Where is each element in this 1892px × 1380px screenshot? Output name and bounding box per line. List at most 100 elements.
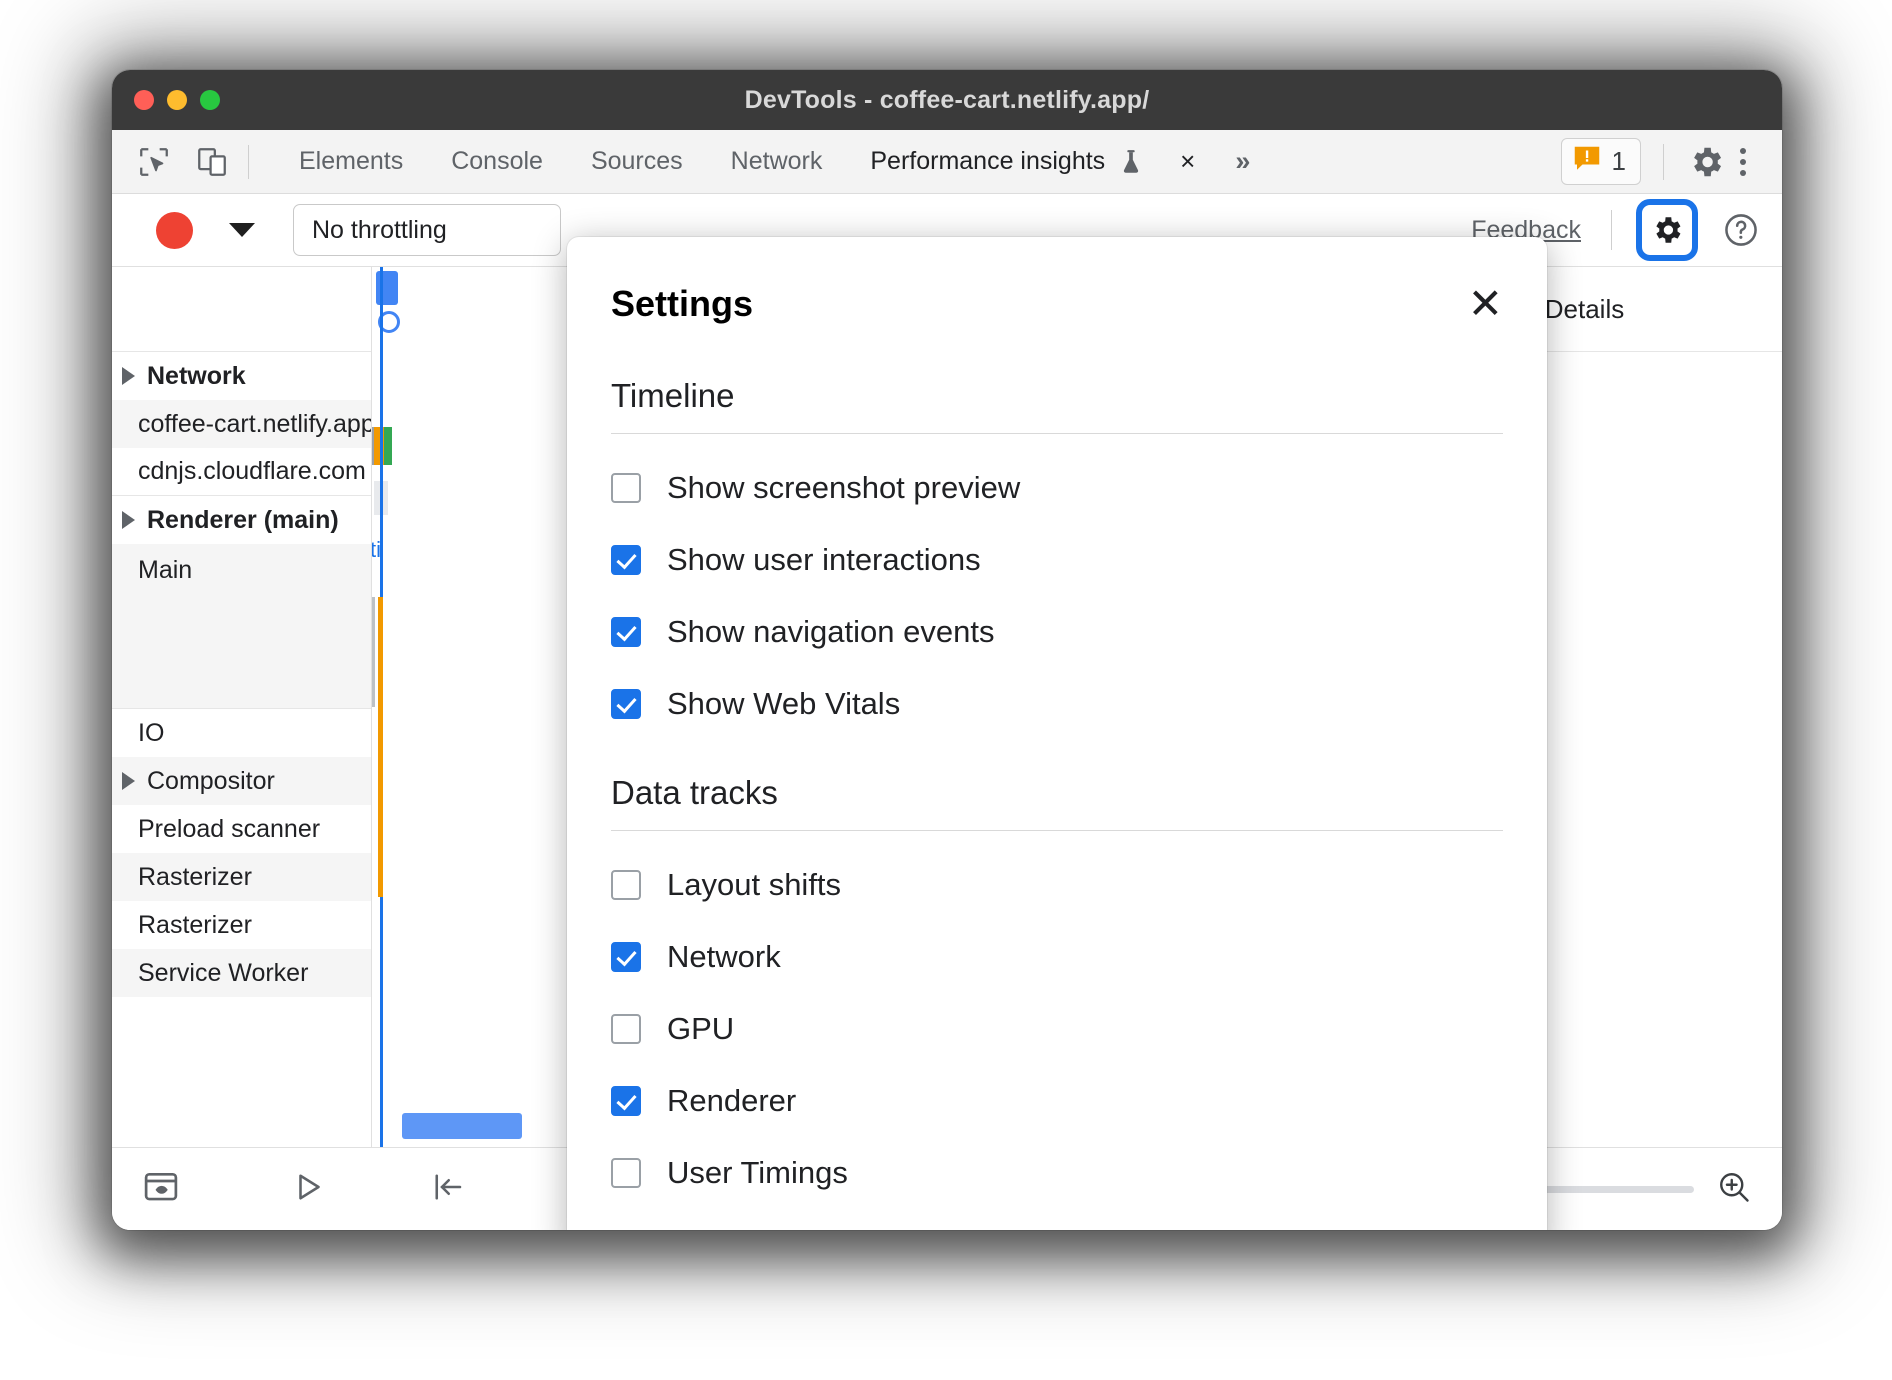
inspect-cursor-icon[interactable] bbox=[134, 142, 174, 182]
checkbox[interactable] bbox=[611, 545, 641, 575]
expand-triangle-icon bbox=[122, 772, 135, 790]
track-group-renderer-main[interactable]: Renderer (main) bbox=[112, 496, 371, 544]
track-row[interactable]: coffee-cart.netlify.app bbox=[112, 400, 371, 448]
checkbox[interactable] bbox=[611, 1014, 641, 1044]
close-window-button[interactable] bbox=[134, 90, 154, 110]
tab-network[interactable]: Network bbox=[707, 141, 847, 182]
play-icon[interactable] bbox=[290, 1169, 326, 1210]
checkbox[interactable] bbox=[611, 617, 641, 647]
tab-performance-insights[interactable]: Performance insights bbox=[846, 141, 1166, 182]
setting-show-user-interactions[interactable]: Show user interactions bbox=[611, 542, 1503, 578]
expand-triangle-icon bbox=[122, 511, 135, 529]
setting-renderer[interactable]: Renderer bbox=[611, 1083, 1503, 1119]
warning-count: 1 bbox=[1612, 146, 1626, 177]
window-titlebar: DevTools - coffee-cart.netlify.app/ bbox=[112, 70, 1782, 130]
more-tabs-button[interactable]: » bbox=[1221, 146, 1264, 177]
close-icon[interactable]: ✕ bbox=[1468, 283, 1503, 325]
chevron-down-icon[interactable] bbox=[229, 223, 255, 237]
tabbar-divider bbox=[248, 145, 249, 179]
warning-message-icon bbox=[1572, 144, 1602, 179]
setting-show-web-vitals[interactable]: Show Web Vitals bbox=[611, 686, 1503, 722]
checkbox[interactable] bbox=[611, 689, 641, 719]
setting-user-timings[interactable]: User Timings bbox=[611, 1155, 1503, 1191]
flame-bar bbox=[378, 597, 383, 897]
window-title: DevTools - coffee-cart.netlify.app/ bbox=[112, 86, 1782, 115]
jump-to-start-icon[interactable] bbox=[430, 1169, 466, 1210]
tab-console[interactable]: Console bbox=[427, 141, 567, 182]
track-label: Rasterizer bbox=[138, 863, 252, 892]
flame-event-label: ti bbox=[372, 537, 381, 563]
track-row[interactable]: Preload scanner bbox=[112, 805, 371, 853]
kebab-menu-icon[interactable] bbox=[1726, 148, 1760, 176]
setting-network[interactable]: Network bbox=[611, 939, 1503, 975]
tabbar-right-divider bbox=[1663, 144, 1664, 180]
setting-label: Show navigation events bbox=[667, 614, 994, 650]
minimap-selection[interactable] bbox=[402, 1113, 522, 1139]
track-label: Rasterizer bbox=[138, 911, 252, 940]
devtools-tabbar: Elements Console Sources Network Perform… bbox=[112, 130, 1782, 194]
tab-sources[interactable]: Sources bbox=[567, 141, 707, 182]
track-label: Network bbox=[147, 362, 246, 391]
track-label: IO bbox=[138, 719, 164, 748]
tab-elements[interactable]: Elements bbox=[275, 141, 427, 182]
setting-layout-shifts[interactable]: Layout shifts bbox=[611, 867, 1503, 903]
tabbar-left-icons bbox=[112, 142, 232, 182]
settings-dialog: Settings ✕ Timeline Show screenshot prev… bbox=[567, 237, 1547, 1230]
track-label: Preload scanner bbox=[138, 815, 320, 844]
track-label: cdnjs.cloudflare.com bbox=[138, 457, 366, 486]
checkbox[interactable] bbox=[611, 1158, 641, 1188]
checkbox[interactable] bbox=[611, 473, 641, 503]
checkbox[interactable] bbox=[611, 1086, 641, 1116]
setting-label: Show user interactions bbox=[667, 542, 981, 578]
window-controls bbox=[112, 90, 220, 110]
screenshot-preview-icon[interactable] bbox=[142, 1168, 180, 1211]
throttling-select[interactable]: No throttling bbox=[293, 204, 561, 256]
maximize-window-button[interactable] bbox=[200, 90, 220, 110]
help-icon bbox=[1722, 211, 1760, 249]
perfbar-divider bbox=[1611, 210, 1612, 250]
help-button[interactable] bbox=[1722, 211, 1760, 249]
track-row[interactable]: Service Worker bbox=[112, 949, 371, 997]
track-label: Compositor bbox=[147, 767, 275, 796]
gear-icon[interactable] bbox=[1686, 142, 1726, 182]
section-title-data-tracks: Data tracks bbox=[611, 774, 1503, 831]
setting-label: Network bbox=[667, 939, 781, 975]
track-row[interactable]: Main bbox=[112, 544, 371, 709]
screenshot-root: DevTools - coffee-cart.netlify.app/ bbox=[0, 0, 1892, 1380]
track-group-network[interactable]: Network bbox=[112, 352, 371, 400]
device-toolbar-icon[interactable] bbox=[192, 142, 232, 182]
setting-label: Layout shifts bbox=[667, 867, 841, 903]
track-label: Main bbox=[138, 556, 192, 585]
track-label: coffee-cart.netlify.app bbox=[138, 410, 372, 439]
settings-dialog-header: Settings ✕ bbox=[567, 237, 1547, 325]
gear-icon bbox=[1650, 213, 1684, 247]
track-row[interactable]: Rasterizer bbox=[112, 901, 371, 949]
track-row[interactable]: Rasterizer bbox=[112, 853, 371, 901]
setting-gpu[interactable]: GPU bbox=[611, 1011, 1503, 1047]
panel-tabs: Elements Console Sources Network Perform… bbox=[275, 141, 1264, 182]
setting-show-screenshot-preview[interactable]: Show screenshot preview bbox=[611, 470, 1503, 506]
section-title-timeline: Timeline bbox=[611, 377, 1503, 434]
setting-label: User Timings bbox=[667, 1155, 848, 1191]
tab-performance-insights-label: Performance insights bbox=[870, 147, 1105, 175]
checkbox[interactable] bbox=[611, 942, 641, 972]
setting-show-navigation-events[interactable]: Show navigation events bbox=[611, 614, 1503, 650]
bottom-toolbar-left bbox=[142, 1168, 466, 1211]
network-bar-download bbox=[384, 427, 392, 465]
checkbox[interactable] bbox=[611, 870, 641, 900]
track-row[interactable]: Compositor bbox=[112, 757, 371, 805]
warning-badge[interactable]: 1 bbox=[1561, 138, 1641, 185]
track-row[interactable]: IO bbox=[112, 709, 371, 757]
tabbar-right-controls: 1 bbox=[1561, 138, 1782, 185]
minimize-window-button[interactable] bbox=[167, 90, 187, 110]
record-button[interactable] bbox=[156, 212, 193, 249]
settings-dialog-title: Settings bbox=[611, 283, 753, 325]
setting-label: Renderer bbox=[667, 1083, 796, 1119]
zoom-in-icon[interactable] bbox=[1716, 1169, 1752, 1210]
setting-label: Show Web Vitals bbox=[667, 686, 900, 722]
track-label: Renderer (main) bbox=[147, 506, 339, 535]
settings-button[interactable] bbox=[1636, 199, 1698, 261]
setting-label: Show screenshot preview bbox=[667, 470, 1020, 506]
track-row[interactable]: cdnjs.cloudflare.com bbox=[112, 448, 371, 496]
close-tab-button[interactable]: × bbox=[1170, 146, 1205, 177]
